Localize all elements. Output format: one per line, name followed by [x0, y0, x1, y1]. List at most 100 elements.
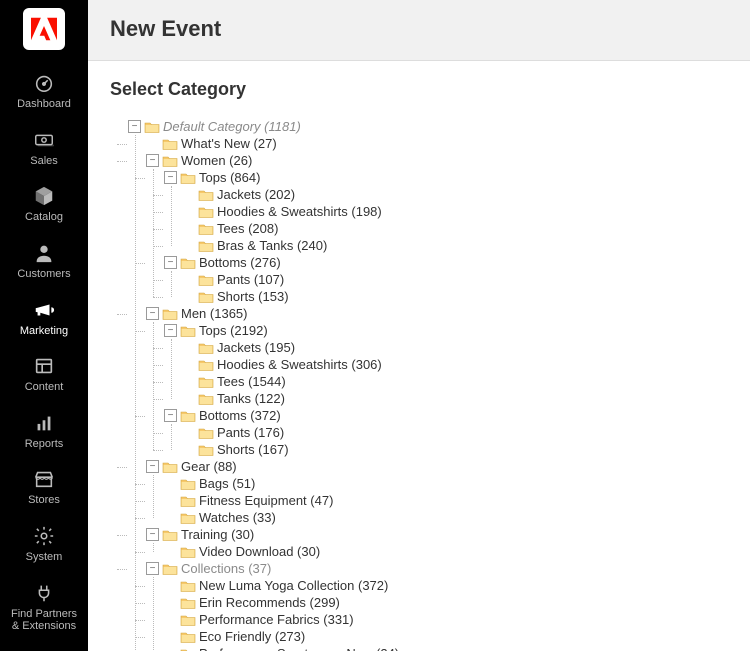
nav-catalog[interactable]: Catalog — [0, 177, 88, 234]
category-node[interactable]: Shorts (153) — [217, 289, 289, 304]
box-icon — [2, 185, 86, 207]
collapse-icon[interactable]: − — [164, 409, 177, 422]
nav-label: Customers — [2, 268, 86, 281]
category-tree: − Default Category (1181) What's New (27… — [110, 118, 728, 651]
nav-stores[interactable]: Stores — [0, 460, 88, 517]
folder-icon — [198, 273, 214, 287]
folder-icon — [198, 222, 214, 236]
category-node[interactable]: Men (1365) — [181, 306, 247, 321]
collapse-icon[interactable]: − — [146, 528, 159, 541]
folder-icon — [144, 120, 160, 134]
nav-label: Dashboard — [2, 98, 86, 111]
folder-icon — [162, 154, 178, 168]
person-icon — [2, 242, 86, 264]
category-node[interactable]: Gear (88) — [181, 459, 237, 474]
folder-icon — [198, 375, 214, 389]
collapse-icon[interactable]: − — [146, 154, 159, 167]
category-node[interactable]: Bottoms (276) — [199, 255, 281, 270]
folder-icon — [180, 409, 196, 423]
money-icon — [2, 129, 86, 151]
category-node[interactable]: Women (26) — [181, 153, 252, 168]
category-node[interactable]: Training (30) — [181, 527, 254, 542]
category-node[interactable]: Tees (1544) — [217, 374, 286, 389]
category-node[interactable]: Performance Sportswear New (24) — [199, 646, 399, 651]
category-node[interactable]: Bottoms (372) — [199, 408, 281, 423]
nav-partners[interactable]: Find Partners & Extensions — [0, 574, 88, 643]
category-node[interactable]: Pants (176) — [217, 425, 284, 440]
adobe-icon — [31, 16, 57, 42]
category-node[interactable]: Watches (33) — [199, 510, 276, 525]
folder-icon — [162, 137, 178, 151]
nav-dashboard[interactable]: Dashboard — [0, 64, 88, 121]
category-node[interactable]: Video Download (30) — [199, 544, 320, 559]
nav-label: Catalog — [2, 211, 86, 224]
nav-reports[interactable]: Reports — [0, 404, 88, 461]
folder-icon — [162, 528, 178, 542]
folder-icon — [180, 596, 196, 610]
nav-label: Reports — [2, 438, 86, 451]
nav-label: Sales — [2, 155, 86, 168]
folder-icon — [198, 392, 214, 406]
category-node[interactable]: Hoodies & Sweatshirts (306) — [217, 357, 382, 372]
folder-icon — [198, 358, 214, 372]
category-node[interactable]: Performance Fabrics (331) — [199, 612, 354, 627]
plug-icon — [2, 582, 86, 604]
folder-icon — [180, 494, 196, 508]
folder-icon — [198, 443, 214, 457]
category-node[interactable]: Eco Friendly (273) — [199, 629, 305, 644]
category-section: Select Category − Default Category (1181… — [88, 61, 750, 651]
folder-icon — [162, 307, 178, 321]
nav-marketing[interactable]: Marketing — [0, 291, 88, 348]
main-content: New Event Select Category − Default Cate… — [88, 0, 750, 651]
page-title: New Event — [110, 16, 728, 42]
category-node[interactable]: Fitness Equipment (47) — [199, 493, 333, 508]
section-title: Select Category — [110, 79, 728, 100]
nav-label: Content — [2, 381, 86, 394]
category-node[interactable]: Bras & Tanks (240) — [217, 238, 327, 253]
collapse-icon[interactable]: − — [164, 171, 177, 184]
collapse-icon[interactable]: − — [128, 120, 141, 133]
category-node[interactable]: Jackets (202) — [217, 187, 295, 202]
nav-system[interactable]: System — [0, 517, 88, 574]
bar-chart-icon — [2, 412, 86, 434]
folder-icon — [198, 426, 214, 440]
collapse-icon[interactable]: − — [164, 324, 177, 337]
collapse-icon[interactable]: − — [146, 562, 159, 575]
category-node[interactable]: Tops (864) — [199, 170, 260, 185]
category-node[interactable]: Tanks (122) — [217, 391, 285, 406]
nav-sales[interactable]: Sales — [0, 121, 88, 178]
megaphone-icon — [2, 299, 86, 321]
category-node[interactable]: Tees (208) — [217, 221, 278, 236]
page-header: New Event — [88, 0, 750, 61]
storefront-icon — [2, 468, 86, 490]
category-node[interactable]: Pants (107) — [217, 272, 284, 287]
nav-content[interactable]: Content — [0, 347, 88, 404]
category-node[interactable]: Shorts (167) — [217, 442, 289, 457]
folder-icon — [198, 239, 214, 253]
category-node[interactable]: Bags (51) — [199, 476, 255, 491]
nav-customers[interactable]: Customers — [0, 234, 88, 291]
category-node[interactable]: New Luma Yoga Collection (372) — [199, 578, 388, 593]
collapse-icon[interactable]: − — [146, 460, 159, 473]
folder-icon — [180, 256, 196, 270]
folder-icon — [180, 324, 196, 338]
folder-icon — [198, 205, 214, 219]
category-node[interactable]: Collections (37) — [181, 561, 271, 576]
collapse-icon[interactable]: − — [164, 256, 177, 269]
folder-icon — [198, 290, 214, 304]
category-node[interactable]: Hoodies & Sweatshirts (198) — [217, 204, 382, 219]
folder-icon — [162, 562, 178, 576]
gear-icon — [2, 525, 86, 547]
folder-icon — [180, 630, 196, 644]
category-node[interactable]: Erin Recommends (299) — [199, 595, 340, 610]
gauge-icon — [2, 72, 86, 94]
nav-label: Find Partners & Extensions — [2, 608, 86, 633]
collapse-icon[interactable]: − — [146, 307, 159, 320]
layout-icon — [2, 355, 86, 377]
category-node[interactable]: Jackets (195) — [217, 340, 295, 355]
category-node-root[interactable]: Default Category (1181) — [163, 119, 301, 134]
category-node[interactable]: Tops (2192) — [199, 323, 268, 338]
category-node[interactable]: What's New (27) — [181, 136, 277, 151]
folder-icon — [162, 460, 178, 474]
adobe-logo[interactable] — [23, 8, 65, 50]
